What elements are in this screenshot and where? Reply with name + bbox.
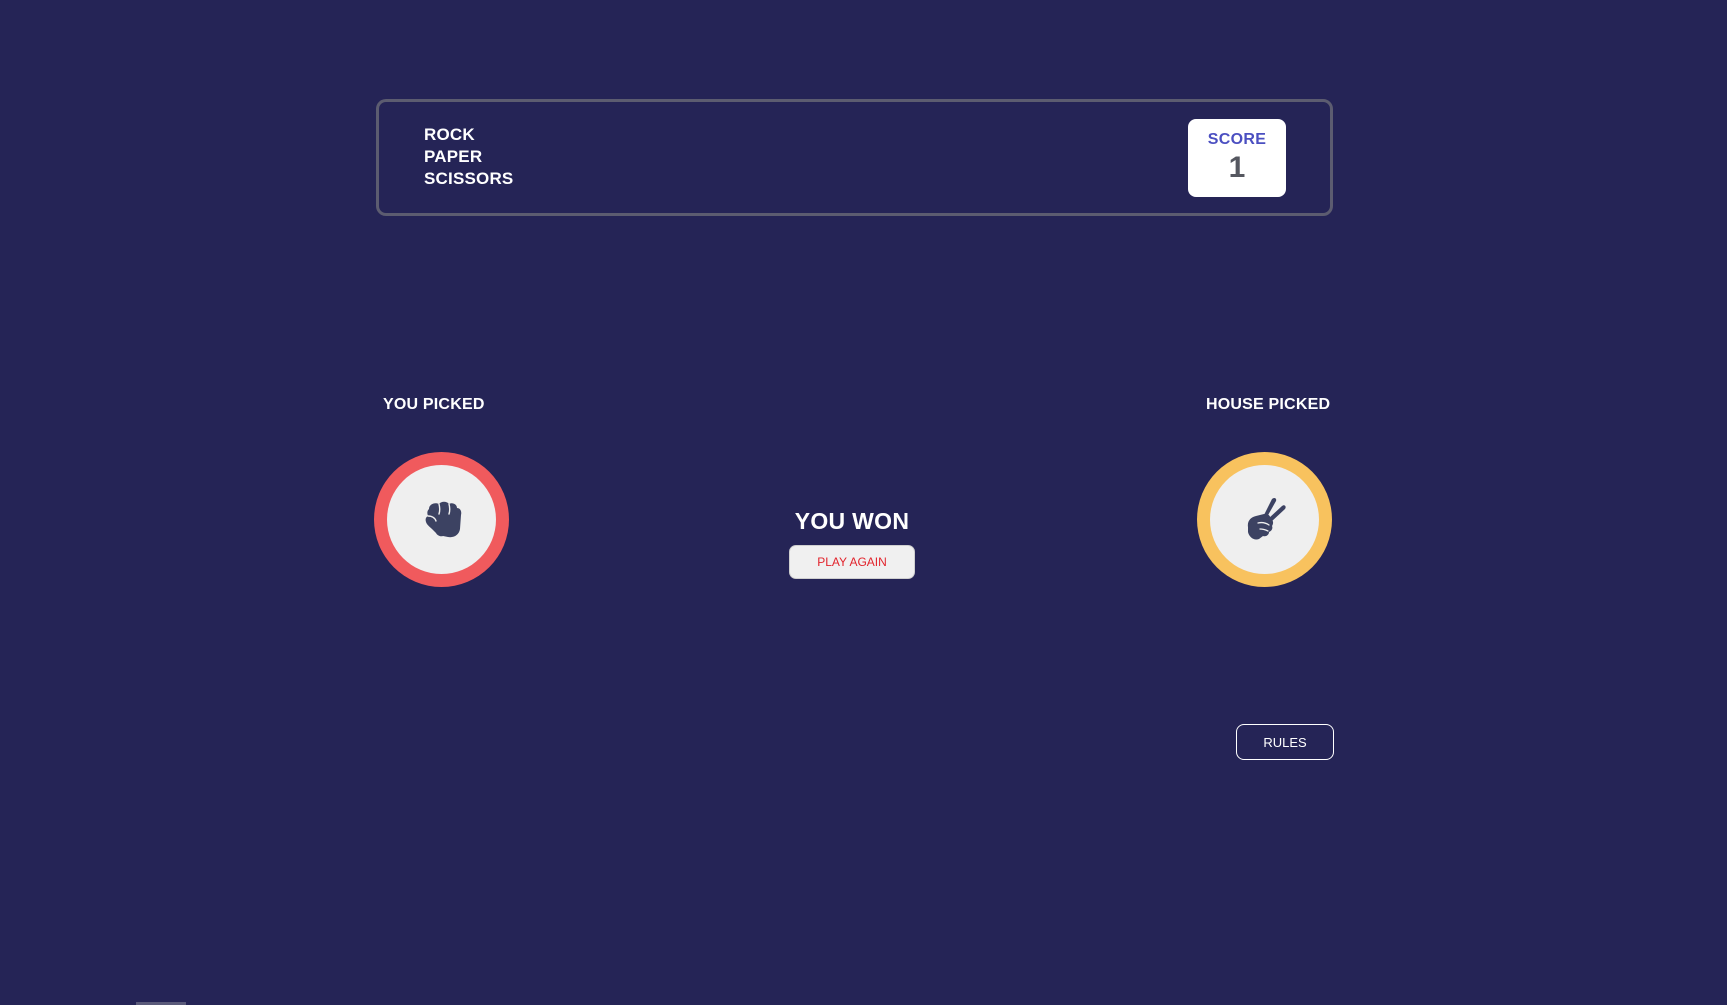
game-screen: ROCK PAPER SCISSORS SCORE 1 YOU PICKED H… [0, 0, 1727, 1005]
you-picked-label: YOU PICKED [383, 396, 485, 413]
title-line-scissors: SCISSORS [424, 169, 514, 188]
game-title: ROCK PAPER SCISSORS [424, 124, 513, 190]
house-scissors-token [1197, 452, 1332, 587]
score-label: SCORE [1207, 131, 1267, 148]
title-line-rock: ROCK [424, 125, 475, 144]
house-token-face [1210, 465, 1319, 574]
play-again-button[interactable]: PLAY AGAIN [789, 545, 915, 579]
title-line-paper: PAPER [424, 147, 483, 166]
rules-button[interactable]: RULES [1236, 724, 1334, 760]
rock-fist-icon [425, 501, 461, 537]
player-token-face [387, 465, 496, 574]
player-rock-token [374, 452, 509, 587]
header-bar: ROCK PAPER SCISSORS SCORE 1 [376, 99, 1333, 216]
score-box: SCORE 1 [1188, 119, 1286, 197]
house-picked-label: HOUSE PICKED [1206, 396, 1331, 413]
result-text: YOU WON [794, 508, 910, 534]
result-panel: YOU WON [752, 508, 952, 535]
scissors-hand-icon [1247, 497, 1286, 540]
score-value: 1 [1228, 151, 1246, 184]
